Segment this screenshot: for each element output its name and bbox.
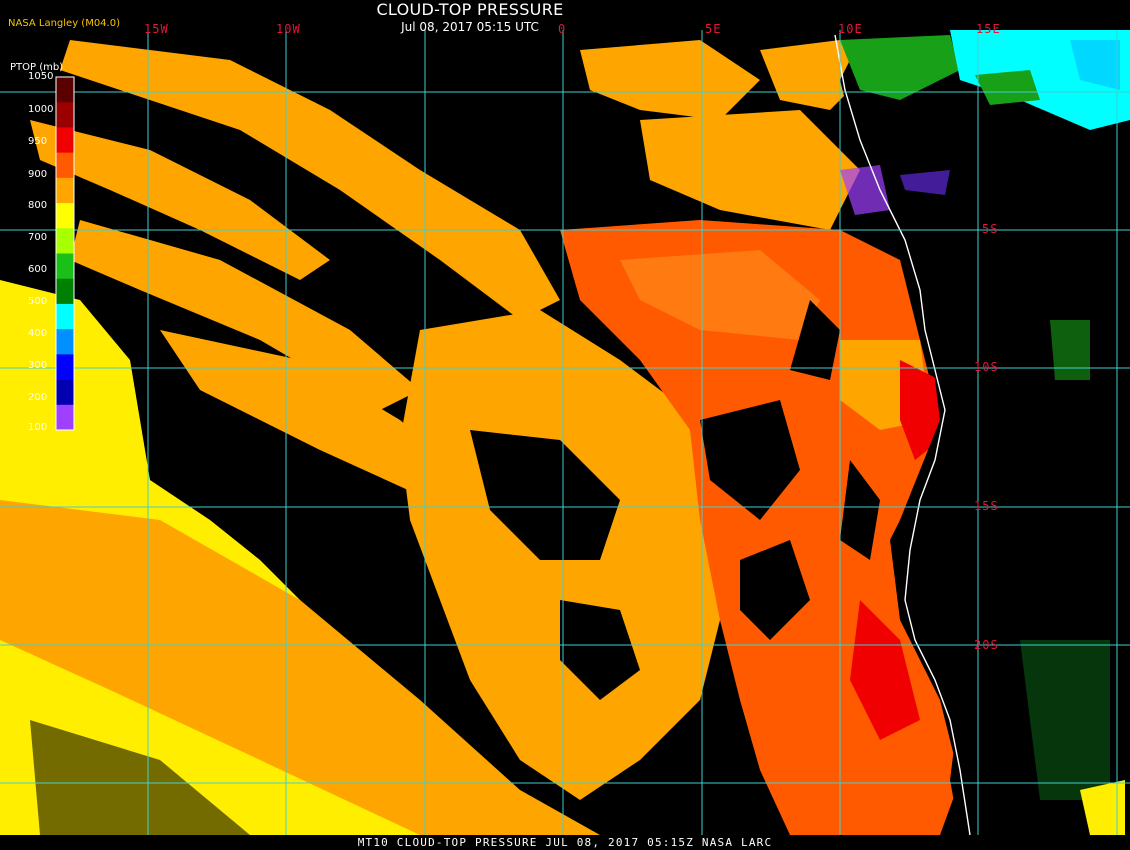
- legend-swatch: [56, 354, 74, 381]
- lat-label: 20S: [974, 638, 999, 652]
- legend-swatch: [56, 77, 74, 103]
- legend-swatch: [56, 177, 74, 204]
- legend-swatch: [56, 228, 74, 254]
- legend-tick: 200: [28, 392, 48, 403]
- legend-tick: 700: [28, 232, 48, 243]
- footer-caption: MT10 CLOUD-TOP PRESSURE JUL 08, 2017 05:…: [357, 836, 773, 849]
- legend-swatch: [56, 303, 74, 330]
- lat-label: 10S: [974, 360, 999, 374]
- map-title: CLOUD-TOP PRESSURE: [376, 0, 564, 19]
- legend-tick: 300: [28, 360, 48, 371]
- legend-swatch: [56, 329, 74, 355]
- legend-swatch: [56, 278, 74, 305]
- legend-tick: 100: [28, 422, 48, 433]
- legend-swatch: [56, 127, 74, 154]
- lon-label: 5E: [705, 22, 722, 36]
- lon-label: 15W: [144, 22, 169, 36]
- legend-tick: 1000: [28, 104, 54, 115]
- lon-label: 15E: [976, 22, 1001, 36]
- lat-label: 5S: [982, 222, 999, 236]
- map-datetime: Jul 08, 2017 05:15 UTC: [401, 20, 539, 34]
- legend-swatch: [56, 253, 74, 280]
- legend-tick: 900: [28, 169, 48, 180]
- cloud-top-pressure-map: [0, 0, 1130, 850]
- pressure-color-scale: [55, 76, 75, 431]
- legend-tick: 800: [28, 200, 48, 211]
- legend-tick: 400: [28, 328, 48, 339]
- lon-label: 0: [558, 22, 567, 36]
- lon-label: 10E: [838, 22, 863, 36]
- legend-swatch: [56, 404, 74, 431]
- lat-label: 15S: [974, 499, 999, 513]
- legend-swatch: [56, 102, 74, 128]
- legend-swatch: [56, 379, 74, 406]
- legend-tick: 600: [28, 264, 48, 275]
- lon-label: 10W: [276, 22, 301, 36]
- legend-swatch: [56, 152, 74, 179]
- legend-tick: 1050: [28, 71, 54, 82]
- legend-tick: 500: [28, 296, 48, 307]
- credit-label: NASA Langley (M04.0): [8, 18, 120, 29]
- legend-swatch: [56, 203, 74, 229]
- legend-tick: 950: [28, 136, 48, 147]
